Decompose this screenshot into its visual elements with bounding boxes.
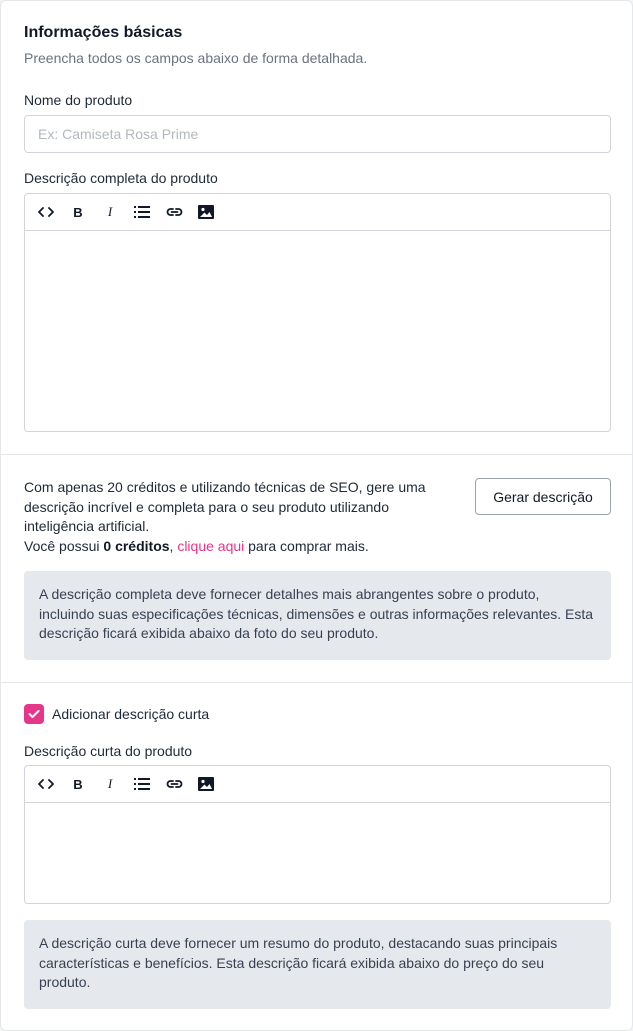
section-title: Informações básicas: [24, 24, 183, 41]
short-description-label: Descrição curta do produto: [24, 743, 193, 759]
short-description-toggle[interactable]: Adicionar descrição curta: [24, 704, 209, 724]
product-name-label: Nome do produto: [24, 92, 133, 108]
short-description-textarea[interactable]: [25, 803, 610, 903]
link-icon[interactable]: [163, 201, 185, 223]
list-icon[interactable]: [131, 773, 153, 795]
list-icon[interactable]: [131, 201, 153, 223]
full-description-info: A descrição completa deve fornecer detal…: [24, 571, 611, 660]
generate-description-button[interactable]: Gerar descrição: [475, 478, 611, 515]
short-description-checkbox[interactable]: [24, 704, 44, 724]
credits-value: 0 créditos: [103, 537, 170, 554]
product-form-card: Informações básicas Preencha todos os ca…: [0, 0, 633, 1031]
code-icon[interactable]: [35, 201, 57, 223]
product-name-input[interactable]: [24, 115, 611, 153]
link-icon[interactable]: [163, 773, 185, 795]
bold-glyph: B: [73, 204, 83, 220]
italic-glyph: I: [107, 776, 113, 791]
full-description-label: Descrição completa do produto: [24, 170, 218, 186]
short-description-editor: B I: [24, 765, 611, 904]
italic-glyph: I: [107, 204, 113, 219]
check-icon: [28, 710, 40, 718]
short-description-checkbox-label: Adicionar descrição curta: [52, 706, 210, 722]
basic-info-section: Informações básicas Preencha todos os ca…: [1, 1, 632, 454]
code-icon[interactable]: [35, 773, 57, 795]
section-divider: [1, 682, 632, 683]
buy-credits-link[interactable]: clique aqui: [177, 538, 244, 554]
credits-suffix: para comprar mais.: [244, 537, 369, 554]
image-icon[interactable]: [195, 201, 217, 223]
credits-prefix: Você possui: [24, 537, 104, 554]
ai-generate-description: Com apenas 20 créditos e utilizando técn…: [24, 479, 426, 534]
ai-generate-text: Com apenas 20 créditos e utilizando técn…: [24, 478, 454, 556]
editor-toolbar: B I: [25, 194, 610, 231]
editor-toolbar: B I: [25, 766, 610, 803]
italic-icon[interactable]: I: [99, 773, 121, 795]
italic-icon[interactable]: I: [99, 201, 121, 223]
section-subtitle: Preencha todos os campos abaixo de forma…: [24, 50, 368, 66]
image-icon[interactable]: [195, 773, 217, 795]
section-divider: [1, 454, 632, 455]
full-description-editor: B I: [24, 193, 611, 432]
bold-glyph: B: [73, 776, 83, 792]
full-description-textarea[interactable]: [25, 231, 610, 431]
bold-icon[interactable]: B: [67, 201, 89, 223]
short-description-info: A descrição curta deve fornecer um resum…: [24, 920, 611, 1009]
bold-icon[interactable]: B: [67, 773, 89, 795]
